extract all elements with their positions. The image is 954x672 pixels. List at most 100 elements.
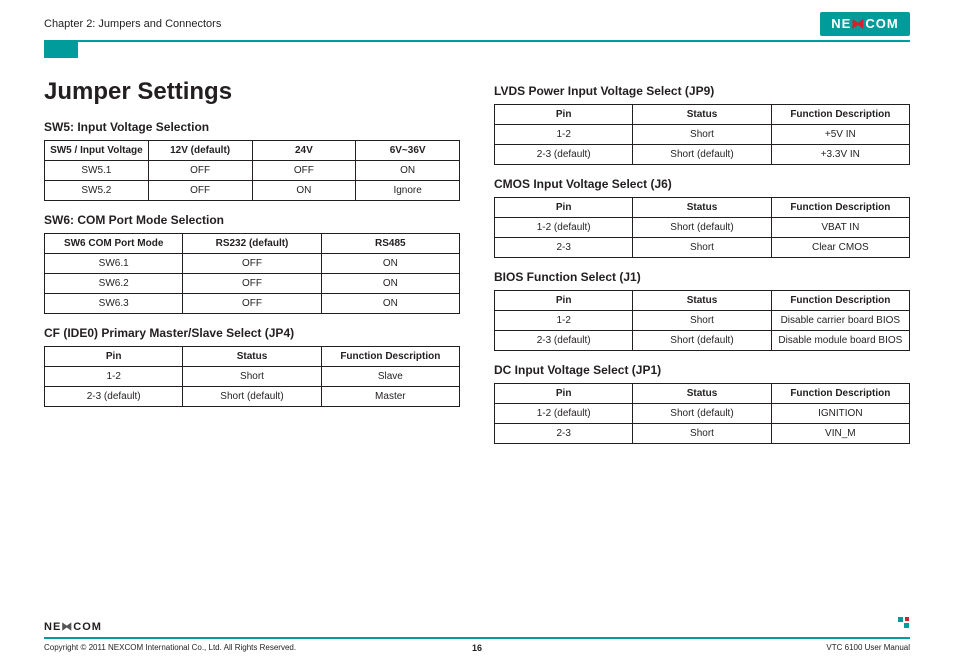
table-row: 1-2 (default) Short (default) IGNITION [495, 404, 910, 424]
col-header: Function Description [771, 384, 909, 404]
col-header: 24V [252, 141, 356, 161]
cell: Short [633, 311, 771, 331]
col-header: Status [633, 198, 771, 218]
col-header: Pin [45, 347, 183, 367]
col-header: 12V (default) [148, 141, 252, 161]
col-header: Status [633, 105, 771, 125]
cell: 2-3 (default) [45, 387, 183, 407]
cell: Short [633, 238, 771, 258]
table-row: 1-2 Short Slave [45, 367, 460, 387]
jp1-table: Pin Status Function Description 1-2 (def… [494, 383, 910, 444]
sw6-heading: SW6: COM Port Mode Selection [44, 213, 460, 227]
j6-table: Pin Status Function Description 1-2 (def… [494, 197, 910, 258]
j1-heading: BIOS Function Select (J1) [494, 270, 910, 284]
cell: ON [321, 254, 459, 274]
col-header: Status [183, 347, 321, 367]
cell: OFF [183, 254, 321, 274]
cell: 2-3 (default) [495, 145, 633, 165]
col-header: Pin [495, 105, 633, 125]
table-row: SW6.1 OFF ON [45, 254, 460, 274]
cell: Short (default) [633, 404, 771, 424]
table-row: 2-3 Short Clear CMOS [495, 238, 910, 258]
col-header: RS232 (default) [183, 234, 321, 254]
sw5-table: SW5 / Input Voltage 12V (default) 24V 6V… [44, 140, 460, 201]
content-area: Jumper Settings SW5: Input Voltage Selec… [44, 78, 910, 602]
cell: Short (default) [633, 331, 771, 351]
cell: OFF [148, 161, 252, 181]
table-row: 2-3 Short VIN_M [495, 424, 910, 444]
table-row: Pin Status Function Description [495, 198, 910, 218]
jp1-heading: DC Input Voltage Select (JP1) [494, 363, 910, 377]
right-column: LVDS Power Input Voltage Select (JP9) Pi… [494, 78, 910, 602]
cell: Short (default) [633, 145, 771, 165]
col-header: SW6 COM Port Mode [45, 234, 183, 254]
cell: +5V IN [771, 125, 909, 145]
table-row: 2-3 (default) Short (default) Disable mo… [495, 331, 910, 351]
table-row: 1-2 Short Disable carrier board BIOS [495, 311, 910, 331]
cell: 2-3 (default) [495, 331, 633, 351]
table-row: Pin Status Function Description [495, 105, 910, 125]
j1-table: Pin Status Function Description 1-2 Shor… [494, 290, 910, 351]
col-header: Function Description [771, 291, 909, 311]
cell: SW6.2 [45, 274, 183, 294]
table-row: SW6 COM Port Mode RS232 (default) RS485 [45, 234, 460, 254]
cell: OFF [252, 161, 356, 181]
left-column: Jumper Settings SW5: Input Voltage Selec… [44, 78, 460, 602]
cell: VBAT IN [771, 218, 909, 238]
cell: Short [183, 367, 321, 387]
table-row: SW5.1 OFF OFF ON [45, 161, 460, 181]
cell: ON [252, 181, 356, 201]
col-header: Function Description [771, 105, 909, 125]
cell: OFF [183, 294, 321, 314]
cell: Short (default) [633, 218, 771, 238]
cell: Short [633, 424, 771, 444]
jp4-heading: CF (IDE0) Primary Master/Slave Select (J… [44, 326, 460, 340]
table-row: Pin Status Function Description [495, 384, 910, 404]
cell: OFF [183, 274, 321, 294]
cell: IGNITION [771, 404, 909, 424]
divider-bottom [44, 637, 910, 639]
table-row: SW6.2 OFF ON [45, 274, 460, 294]
col-header: RS485 [321, 234, 459, 254]
col-header: Status [633, 291, 771, 311]
cell: Slave [321, 367, 459, 387]
cell: Disable carrier board BIOS [771, 311, 909, 331]
col-header: Function Description [321, 347, 459, 367]
copyright-text: Copyright © 2011 NEXCOM International Co… [44, 643, 296, 652]
cell: 2-3 [495, 424, 633, 444]
table-row: Pin Status Function Description [495, 291, 910, 311]
page-header: Chapter 2: Jumpers and Connectors NE⧓COM [44, 18, 910, 48]
jp9-heading: LVDS Power Input Voltage Select (JP9) [494, 84, 910, 98]
table-row: SW5.2 OFF ON Ignore [45, 181, 460, 201]
page-number: 16 [472, 643, 482, 653]
brand-logo-top: NE⧓COM [820, 12, 910, 36]
jp9-table: Pin Status Function Description 1-2 Shor… [494, 104, 910, 165]
brand-logo-bottom: NE⧓COM [44, 620, 910, 633]
cell: SW5.2 [45, 181, 149, 201]
cell: OFF [148, 181, 252, 201]
cell: Disable module board BIOS [771, 331, 909, 351]
pixel-icon [898, 614, 910, 626]
col-header: Pin [495, 198, 633, 218]
cell: ON [321, 274, 459, 294]
sw6-table: SW6 COM Port Mode RS232 (default) RS485 … [44, 233, 460, 314]
table-row: 2-3 (default) Short (default) Master [45, 387, 460, 407]
cell: SW5.1 [45, 161, 149, 181]
table-row: 1-2 Short +5V IN [495, 125, 910, 145]
table-row: 2-3 (default) Short (default) +3.3V IN [495, 145, 910, 165]
cell: 1-2 (default) [495, 218, 633, 238]
cell: ON [321, 294, 459, 314]
sw5-heading: SW5: Input Voltage Selection [44, 120, 460, 134]
j6-heading: CMOS Input Voltage Select (J6) [494, 177, 910, 191]
doc-title: VTC 6100 User Manual [826, 643, 910, 652]
cell: VIN_M [771, 424, 909, 444]
cell: SW6.3 [45, 294, 183, 314]
cell: +3.3V IN [771, 145, 909, 165]
cell: 1-2 [45, 367, 183, 387]
cell: 1-2 [495, 311, 633, 331]
chapter-label: Chapter 2: Jumpers and Connectors [44, 18, 910, 30]
col-header: Status [633, 384, 771, 404]
cell: Master [321, 387, 459, 407]
cell: SW6.1 [45, 254, 183, 274]
footer-row: Copyright © 2011 NEXCOM International Co… [44, 643, 910, 652]
